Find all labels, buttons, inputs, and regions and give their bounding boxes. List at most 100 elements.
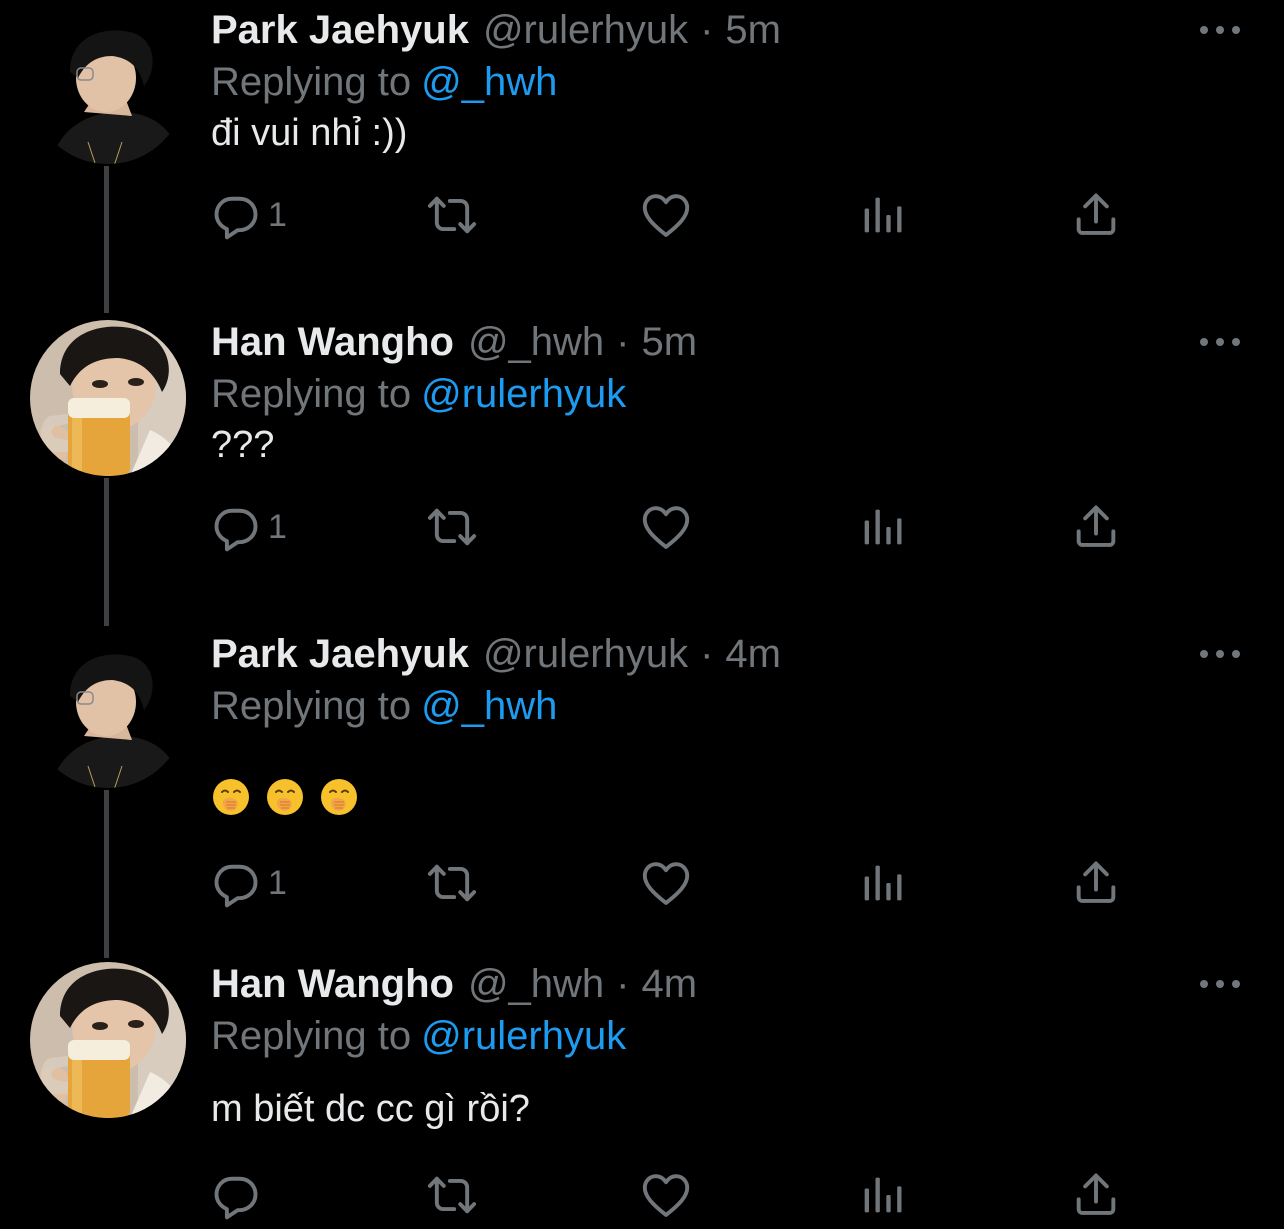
more-icon[interactable] [1198, 20, 1242, 40]
analytics-button[interactable] [856, 1165, 908, 1225]
author-handle[interactable]: @rulerhyuk [483, 8, 688, 53]
reply-button[interactable]: 1 [210, 853, 287, 913]
analytics-icon [856, 1169, 908, 1221]
replying-to-label: Replying to [211, 60, 412, 104]
hand-over-mouth-emoji-icon [211, 777, 251, 817]
more-icon[interactable] [1198, 332, 1242, 352]
like-button[interactable] [640, 185, 692, 245]
share-icon [1070, 501, 1122, 553]
timestamp[interactable]: 4m [725, 632, 781, 677]
share-button[interactable] [1070, 497, 1122, 557]
retweet-button[interactable] [426, 853, 478, 913]
retweet-icon [426, 1169, 478, 1221]
heart-icon [640, 189, 692, 241]
separator: · [616, 320, 630, 364]
reply-count: 1 [268, 863, 287, 902]
hand-over-mouth-emoji-icon [265, 777, 305, 817]
action-bar [210, 1165, 1230, 1225]
analytics-button[interactable] [856, 185, 908, 245]
replying-to: Replying to @_hwh [211, 60, 557, 105]
action-bar: 1 [210, 185, 1230, 245]
avatar[interactable] [30, 8, 186, 164]
tweet-text: đi vui nhỉ :)) [211, 112, 408, 154]
hand-over-mouth-emoji-icon [319, 777, 359, 817]
retweet-button[interactable] [426, 497, 478, 557]
reply-button[interactable] [210, 1165, 268, 1225]
tweet[interactable]: Park Jaehyuk @rulerhyuk · 4m Replying to… [0, 624, 1284, 954]
analytics-icon [856, 857, 908, 909]
reply-count: 1 [268, 507, 287, 546]
analytics-button[interactable] [856, 853, 908, 913]
timestamp[interactable]: 5m [725, 8, 781, 53]
reply-icon [210, 501, 262, 553]
share-icon [1070, 1169, 1122, 1221]
share-icon [1070, 857, 1122, 909]
tweet-text: m biết dc cc gì rồi? [211, 1088, 530, 1130]
reply-count: 1 [268, 195, 287, 234]
replying-to: Replying to @rulerhyuk [211, 1014, 626, 1059]
timestamp[interactable]: 5m [642, 320, 698, 365]
heart-icon [640, 857, 692, 909]
tweet[interactable]: Han Wangho @_hwh · 4m Replying to @rulerh… [0, 954, 1284, 1229]
avatar[interactable] [30, 962, 186, 1118]
tweet-header: Han Wangho @_hwh · 4m [211, 962, 697, 1012]
avatar[interactable] [30, 632, 186, 788]
retweet-button[interactable] [426, 1165, 478, 1225]
share-button[interactable] [1070, 1165, 1122, 1225]
author-handle[interactable]: @_hwh [468, 962, 604, 1007]
mention-link[interactable]: @_hwh [421, 60, 557, 104]
reply-icon [210, 189, 262, 241]
heart-icon [640, 501, 692, 553]
share-icon [1070, 189, 1122, 241]
avatar-han [30, 320, 186, 476]
mention-link[interactable]: @rulerhyuk [421, 1014, 626, 1058]
tweet-header: Park Jaehyuk @rulerhyuk · 5m [211, 8, 781, 58]
avatar-han [30, 962, 186, 1118]
replying-to: Replying to @_hwh [211, 684, 557, 729]
tweet-text: ??? [211, 424, 275, 466]
reply-icon [210, 1169, 262, 1221]
author-name[interactable]: Park Jaehyuk [211, 8, 469, 53]
analytics-icon [856, 501, 908, 553]
author-handle[interactable]: @_hwh [468, 320, 604, 365]
more-icon[interactable] [1198, 974, 1242, 994]
author-handle[interactable]: @rulerhyuk [483, 632, 688, 677]
tweet-text: 🤭🤭🤭 [211, 774, 373, 817]
action-bar: 1 [210, 497, 1230, 557]
replying-to-label: Replying to [211, 684, 412, 728]
replying-to-label: Replying to [211, 1014, 412, 1058]
avatar[interactable] [30, 320, 186, 476]
analytics-icon [856, 189, 908, 241]
tweet-header: Park Jaehyuk @rulerhyuk · 4m [211, 632, 781, 682]
author-name[interactable]: Han Wangho [211, 962, 454, 1007]
reply-icon [210, 857, 262, 909]
mention-link[interactable]: @_hwh [421, 684, 557, 728]
tweet[interactable]: Park Jaehyuk @rulerhyuk · 5m Replying to… [0, 0, 1284, 312]
replying-to-label: Replying to [211, 372, 412, 416]
share-button[interactable] [1070, 185, 1122, 245]
author-name[interactable]: Park Jaehyuk [211, 632, 469, 677]
avatar-park [30, 8, 186, 164]
replying-to: Replying to @rulerhyuk [211, 372, 626, 417]
mention-link[interactable]: @rulerhyuk [421, 372, 626, 416]
retweet-icon [426, 857, 478, 909]
timestamp[interactable]: 4m [642, 962, 698, 1007]
reply-button[interactable]: 1 [210, 185, 287, 245]
reply-button[interactable]: 1 [210, 497, 287, 557]
author-name[interactable]: Han Wangho [211, 320, 454, 365]
tweet-header: Han Wangho @_hwh · 5m [211, 320, 697, 370]
retweet-button[interactable] [426, 185, 478, 245]
more-icon[interactable] [1198, 644, 1242, 664]
separator: · [700, 8, 714, 52]
like-button[interactable] [640, 853, 692, 913]
heart-icon [640, 1169, 692, 1221]
like-button[interactable] [640, 497, 692, 557]
tweet[interactable]: Han Wangho @_hwh · 5m Replying to @rulerh… [0, 312, 1284, 624]
action-bar: 1 [210, 853, 1230, 913]
like-button[interactable] [640, 1165, 692, 1225]
retweet-icon [426, 189, 478, 241]
share-button[interactable] [1070, 853, 1122, 913]
analytics-button[interactable] [856, 497, 908, 557]
separator: · [700, 632, 714, 676]
separator: · [616, 962, 630, 1006]
